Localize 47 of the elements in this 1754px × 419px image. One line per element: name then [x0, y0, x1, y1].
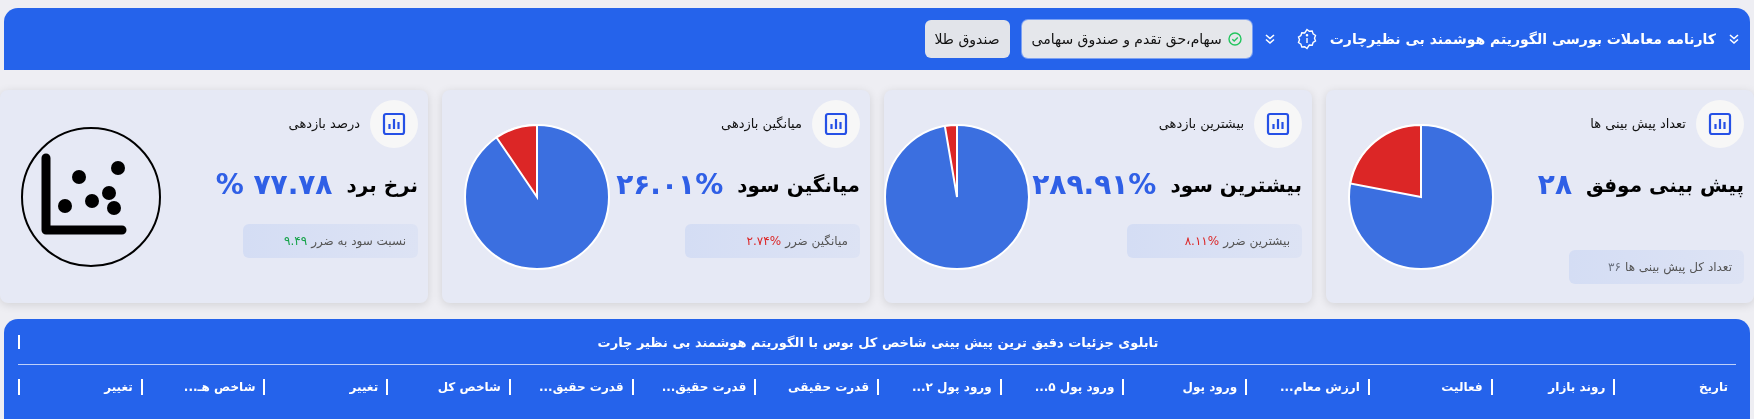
bar-chart-icon: [1254, 100, 1302, 148]
column-header[interactable]: تغییر: [104, 378, 133, 396]
column-header[interactable]: روند بازار: [1548, 378, 1606, 396]
filter-chip[interactable]: سهام،حق تقدم و صندوق سهامی: [1021, 20, 1252, 58]
note-label: تعداد کل پیش بینی ها: [1625, 259, 1732, 276]
column-header[interactable]: ورود پول ۵...: [1034, 378, 1115, 396]
card-label: بیشترین بازدهی: [1158, 115, 1244, 134]
header-title: کارنامه معاملات بورسی الگوریتم هوشمند بی نظیرچارت: [1329, 29, 1716, 50]
note-label: میانگین ضرر: [785, 233, 848, 250]
column-header[interactable]: ارزش معام...: [1280, 378, 1360, 396]
note-label: نسبت سود به ضرر: [311, 233, 406, 250]
card-value: ۲۸: [1537, 167, 1572, 203]
card-label: میانگین بازدهی: [721, 115, 802, 134]
note-value: ۲.۷۴%: [746, 233, 782, 250]
column-header[interactable]: فعالیت: [1441, 378, 1483, 396]
column-header[interactable]: قدرت حقیق...: [538, 378, 624, 396]
note-value: ۳۶: [1608, 259, 1621, 276]
check-circle-icon: [1227, 32, 1242, 46]
card-title: میانگین سود: [737, 172, 860, 199]
column-header[interactable]: شاخص کل: [437, 378, 501, 396]
column-header[interactable]: تاریخ: [1698, 378, 1728, 396]
double-chevron-icon[interactable]: [1728, 33, 1740, 45]
scatter-plot-icon: [20, 125, 162, 268]
card-title: بیشترین سود: [1170, 172, 1302, 199]
info-icon[interactable]: [1295, 28, 1318, 50]
card-value: ۷۷.۷۸ %: [215, 167, 333, 203]
filter-chip[interactable]: صندوق طلا: [924, 20, 1010, 58]
note-value: ۸.۱۱%: [1184, 233, 1220, 250]
table-title: تابلوی جزئیات دقیق ترین پیش بینی شاخص کل بوس با الگوریتم هوشمند بی نظیر چارت: [597, 334, 1159, 350]
card-value: ۲۸۹.۹۱%: [1032, 167, 1157, 203]
card-label: درصد بازدهی: [288, 115, 360, 134]
column-header[interactable]: ورود پول: [1182, 378, 1238, 396]
card-title: پیش بینی موفق: [1586, 172, 1744, 200]
column-header[interactable]: قدرت حقیقی: [788, 378, 869, 396]
card-title: نرخ برد: [346, 172, 418, 199]
column-header[interactable]: ورود پول ۲...: [911, 378, 992, 396]
bar-chart-icon: [370, 100, 418, 148]
card-value: ۲۶.۰۱%: [616, 167, 724, 203]
column-header[interactable]: شاخص هـ...: [183, 378, 256, 396]
note-value: ۹.۴۹: [283, 233, 308, 250]
double-chevron-icon[interactable]: [1263, 33, 1276, 45]
bar-chart-icon: [812, 100, 860, 148]
note-label: بیشترین ضرر: [1223, 233, 1290, 250]
bar-chart-icon: [1696, 100, 1744, 148]
card-label: تعداد پیش بینی ها: [1590, 115, 1686, 134]
column-header[interactable]: قدرت حقیق...: [661, 378, 747, 396]
column-header[interactable]: تغییر: [349, 378, 379, 396]
